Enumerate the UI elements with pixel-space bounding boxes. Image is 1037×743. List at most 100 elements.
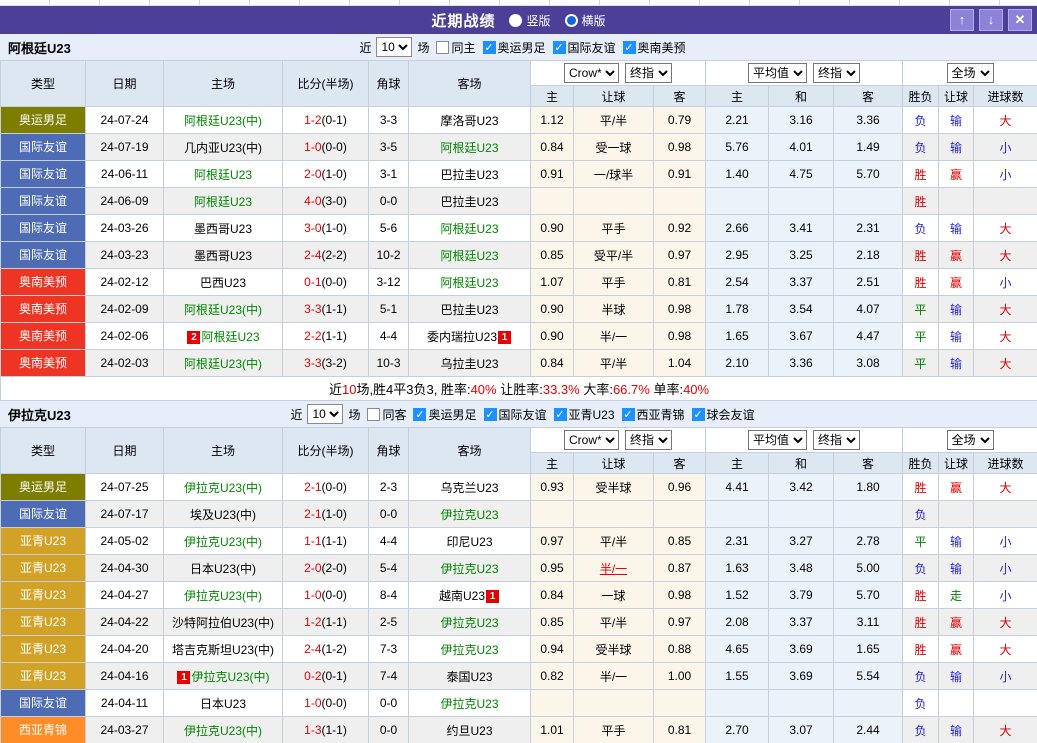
scope-select[interactable]: 全场 <box>947 63 994 83</box>
odds-home: 0.90 <box>531 296 574 323</box>
same-venue-checkbox[interactable]: 同客 <box>367 406 406 423</box>
league-filter-checkbox[interactable]: ✓国际友谊 <box>484 406 547 423</box>
team-link[interactable]: 沙特阿拉伯U23(中) <box>172 616 274 630</box>
avg-time-select[interactable]: 终指 <box>813 430 860 450</box>
fulltime-score-link[interactable]: 1-3 <box>304 723 321 737</box>
team-link[interactable]: 日本U23(中) <box>190 562 256 576</box>
fulltime-score-link[interactable]: 2-1 <box>304 507 321 521</box>
fulltime-score-link[interactable]: 3-3 <box>304 302 321 316</box>
team-link[interactable]: 巴拉圭U23 <box>440 168 498 182</box>
move-down-button[interactable]: ↓ <box>979 9 1003 31</box>
team-link[interactable]: 墨西哥U23 <box>194 249 252 263</box>
fulltime-score-link[interactable]: 1-2 <box>304 615 321 629</box>
odds-time-select[interactable]: 终指 <box>625 63 672 83</box>
scope-select[interactable]: 全场 <box>947 430 994 450</box>
avg-time-select[interactable]: 终指 <box>813 63 860 83</box>
team-link[interactable]: 阿根廷U23(中) <box>184 303 262 317</box>
team-link[interactable]: 伊拉克U23 <box>440 616 498 630</box>
league-filter-checkbox[interactable]: ✓西亚青锦 <box>622 406 685 423</box>
team-link[interactable]: 几内亚U23(中) <box>184 141 262 155</box>
fulltime-score-link[interactable]: 2-4 <box>304 642 321 656</box>
team-link[interactable]: 塔吉克斯坦U23(中) <box>172 643 274 657</box>
avg-select[interactable]: 平均值 <box>748 63 807 83</box>
match-type-badge: 亚青U23 <box>1 663 85 689</box>
fulltime-score-link[interactable]: 0-1 <box>304 275 321 289</box>
team-link[interactable]: 阿根廷U23 <box>440 276 498 290</box>
team-link[interactable]: 巴拉圭U23 <box>440 303 498 317</box>
league-filter-checkbox[interactable]: ✓奥运男足 <box>413 406 476 423</box>
team-link[interactable]: 伊拉克U23(中) <box>191 670 269 684</box>
fulltime-score-link[interactable]: 0-2 <box>304 669 321 683</box>
team-link[interactable]: 阿根廷U23 <box>440 222 498 236</box>
team-link[interactable]: 阿根廷U23(中) <box>184 114 262 128</box>
league-filter-checkbox[interactable]: ✓球会友谊 <box>692 406 755 423</box>
team-link[interactable]: 伊拉克U23(中) <box>184 535 262 549</box>
fulltime-score-link[interactable]: 1-1 <box>304 534 321 548</box>
team-link[interactable]: 约旦U23 <box>446 724 492 738</box>
team-link[interactable]: 伊拉克U23 <box>440 643 498 657</box>
league-filter-checkbox[interactable]: ✓奥运男足 <box>483 39 546 56</box>
league-filter-checkbox[interactable]: ✓亚青U23 <box>554 406 615 423</box>
away-team-cell: 伊拉克U23 <box>409 555 531 582</box>
fulltime-score-link[interactable]: 2-1 <box>304 480 321 494</box>
bookmaker-select[interactable]: Crow* <box>564 430 619 450</box>
fulltime-score-link[interactable]: 2-0 <box>304 167 321 181</box>
layout-vertical-radio[interactable]: 竖版 <box>509 12 550 29</box>
odds-home: 0.84 <box>531 582 574 609</box>
team-link[interactable]: 伊拉克U23 <box>440 508 498 522</box>
team-link[interactable]: 墨西哥U23 <box>194 222 252 236</box>
fulltime-score-link[interactable]: 2-0 <box>304 561 321 575</box>
odds-time-select[interactable]: 终指 <box>625 430 672 450</box>
team-link[interactable]: 乌克兰U23 <box>440 481 498 495</box>
team-link[interactable]: 越南U23 <box>439 589 485 603</box>
home-team-cell: 日本U23(中) <box>164 555 283 582</box>
score-cell: 2-0(2-0) <box>283 555 369 582</box>
corners-cell: 3-5 <box>369 134 409 161</box>
recent-count-select[interactable]: 10 <box>376 37 412 57</box>
team-link[interactable]: 伊拉克U23(中) <box>184 589 262 603</box>
fulltime-score-link[interactable]: 3-3 <box>304 356 321 370</box>
team-link[interactable]: 伊拉克U23(中) <box>184 724 262 738</box>
same-venue-checkbox[interactable]: 同主 <box>436 39 475 56</box>
team-link[interactable]: 伊拉克U23 <box>440 562 498 576</box>
move-up-button[interactable]: ↑ <box>950 9 974 31</box>
recent-count-select[interactable]: 10 <box>307 404 343 424</box>
odds-away: 1.00 <box>654 663 706 690</box>
bookmaker-select[interactable]: Crow* <box>564 63 619 83</box>
fulltime-score-link[interactable]: 2-2 <box>304 329 321 343</box>
team-link[interactable]: 阿根廷U23 <box>201 330 259 344</box>
fulltime-score-link[interactable]: 1-0 <box>304 696 321 710</box>
column-header: 比分(半场) <box>283 428 369 474</box>
team-link[interactable]: 阿根廷U23 <box>194 195 252 209</box>
avg-select[interactable]: 平均值 <box>748 430 807 450</box>
team-link[interactable]: 阿根廷U23 <box>440 141 498 155</box>
team-link[interactable]: 巴西U23 <box>200 276 246 290</box>
team-link[interactable]: 伊拉克U23 <box>440 697 498 711</box>
close-button[interactable]: ✕ <box>1008 9 1032 31</box>
fulltime-score-link[interactable]: 4-0 <box>304 194 321 208</box>
team-link[interactable]: 委内瑞拉U23 <box>427 330 497 344</box>
fulltime-score-link[interactable]: 1-0 <box>304 588 321 602</box>
team-link[interactable]: 乌拉圭U23 <box>440 357 498 371</box>
filter-prefix-label: 近 <box>290 406 302 423</box>
team-link[interactable]: 阿根廷U23(中) <box>184 357 262 371</box>
team-link[interactable]: 摩洛哥U23 <box>440 114 498 128</box>
team-link[interactable]: 伊拉克U23(中) <box>184 481 262 495</box>
fulltime-score-link[interactable]: 3-0 <box>304 221 321 235</box>
odds-away: 0.97 <box>654 242 706 269</box>
team-link[interactable]: 阿根廷U23 <box>440 249 498 263</box>
team-link[interactable]: 埃及U23(中) <box>190 508 256 522</box>
team-link[interactable]: 日本U23 <box>200 697 246 711</box>
away-team-cell: 印尼U23 <box>409 528 531 555</box>
team-link[interactable]: 泰国U23 <box>446 670 492 684</box>
league-filter-checkbox[interactable]: ✓奥南美预 <box>623 39 686 56</box>
fulltime-score-link[interactable]: 1-2 <box>304 113 321 127</box>
layout-horizontal-radio[interactable]: 横版 <box>565 12 606 29</box>
fulltime-score-link[interactable]: 2-4 <box>304 248 321 262</box>
avg-home-odds: 2.95 <box>706 242 769 269</box>
league-filter-checkbox[interactable]: ✓国际友谊 <box>553 39 616 56</box>
fulltime-score-link[interactable]: 1-0 <box>304 140 321 154</box>
team-link[interactable]: 印尼U23 <box>446 535 492 549</box>
team-link[interactable]: 巴拉圭U23 <box>440 195 498 209</box>
team-link[interactable]: 阿根廷U23 <box>194 168 252 182</box>
